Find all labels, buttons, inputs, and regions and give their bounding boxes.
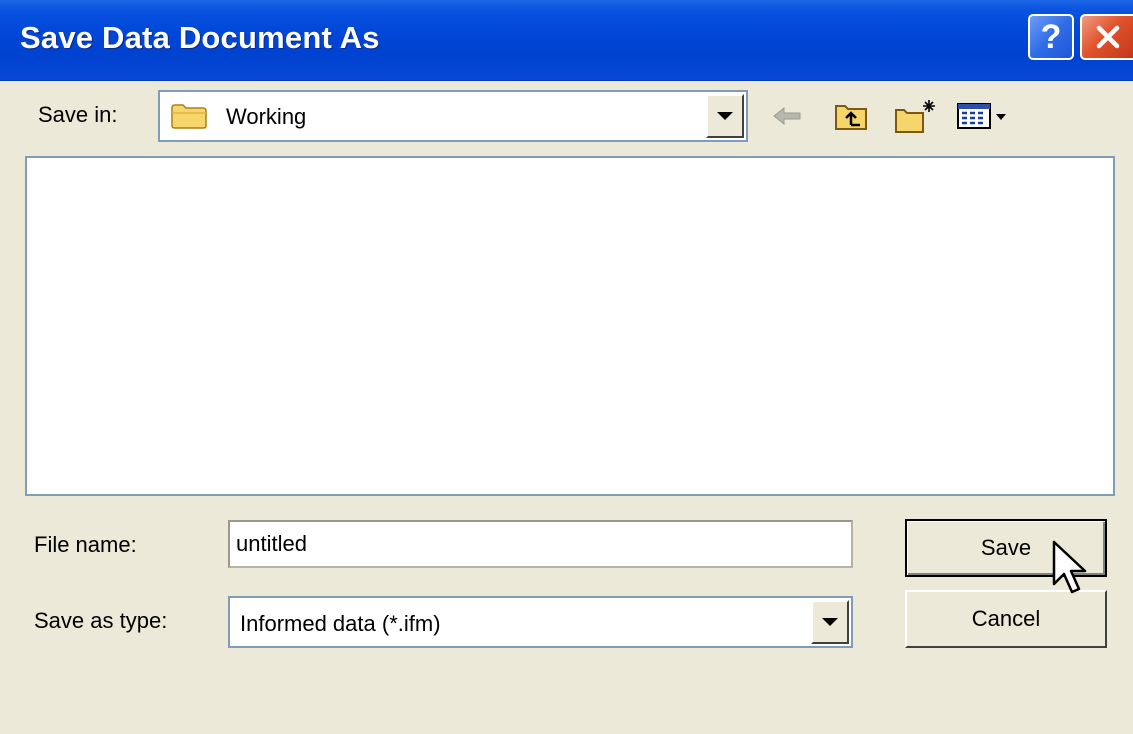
- create-new-folder-icon: [895, 100, 935, 133]
- mouse-pointer-icon: [1052, 540, 1087, 594]
- close-icon: [1096, 25, 1119, 49]
- back-button[interactable]: [770, 96, 806, 136]
- up-one-level-icon: [835, 105, 867, 130]
- save-in-label: Save in:: [38, 102, 118, 127]
- title-bar[interactable]: Save Data Document As ?: [0, 0, 1133, 81]
- up-one-level-button[interactable]: [830, 96, 872, 136]
- file-name-label: File name:: [34, 532, 137, 557]
- chevron-down-icon: [822, 618, 838, 626]
- save-as-type-label: Save as type:: [34, 608, 168, 633]
- save-as-type-dropdown-button[interactable]: [811, 600, 849, 644]
- save-in-dropdown-button[interactable]: [706, 94, 744, 138]
- file-list[interactable]: [25, 156, 1115, 496]
- view-menu-button[interactable]: [955, 96, 1017, 136]
- file-name-input[interactable]: [236, 522, 836, 566]
- create-new-folder-button[interactable]: [892, 96, 940, 136]
- chevron-down-icon: [717, 112, 733, 120]
- back-arrow-icon: [773, 106, 801, 126]
- cancel-button[interactable]: Cancel: [905, 590, 1107, 648]
- close-button[interactable]: [1080, 14, 1133, 60]
- help-button[interactable]: ?: [1028, 14, 1074, 60]
- view-menu-icon: [957, 103, 1006, 129]
- save-as-type-value: Informed data (*.ifm): [240, 611, 441, 636]
- save-in-value: Working: [226, 104, 307, 129]
- window-title: Save Data Document As: [20, 20, 380, 55]
- save-in-combo[interactable]: Working: [158, 90, 748, 142]
- save-as-type-combo[interactable]: Informed data (*.ifm): [228, 596, 853, 648]
- folder-icon: [171, 104, 207, 129]
- file-name-field[interactable]: [228, 520, 853, 568]
